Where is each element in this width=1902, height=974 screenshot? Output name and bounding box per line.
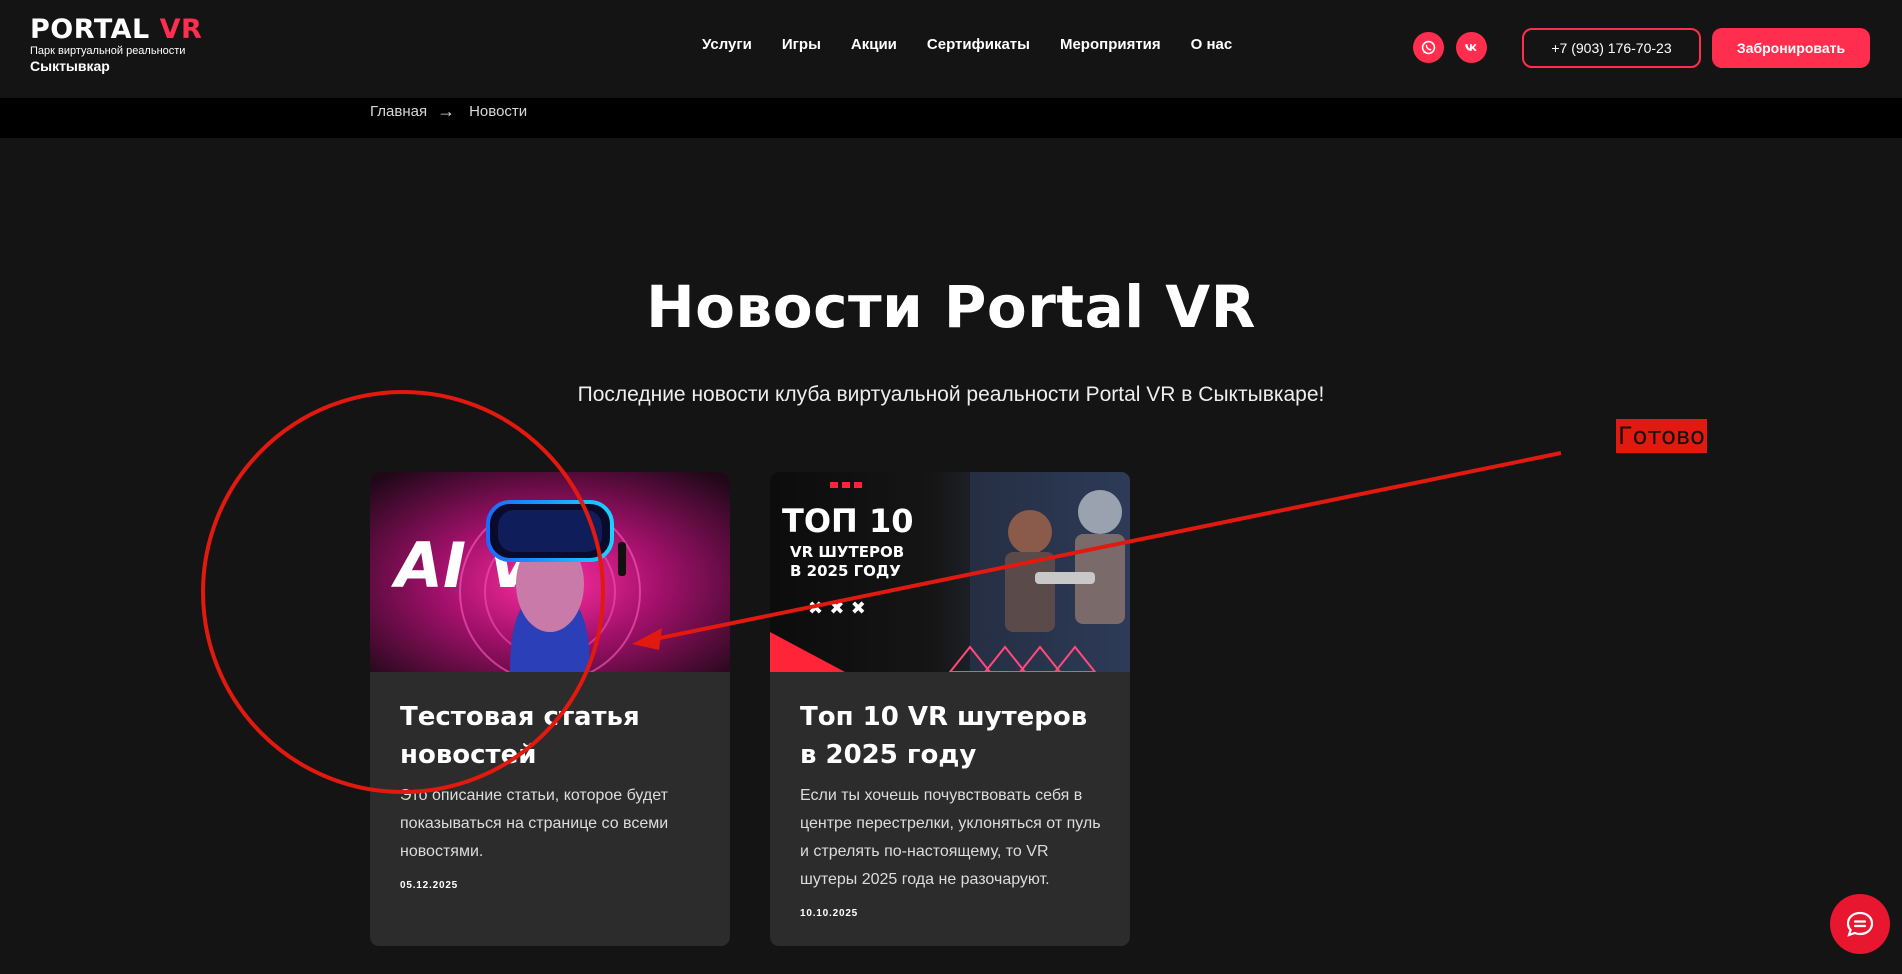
logo[interactable]: PORTAL VR Парк виртуальной реальности Сы… bbox=[30, 16, 202, 75]
news-card[interactable]: ТОП 10 VR ШУТЕРОВ В 2025 ГОДУ ✖ ✖ ✖ Топ … bbox=[770, 472, 1130, 946]
nav-item-services[interactable]: Услуги bbox=[702, 36, 752, 53]
news-date: 05.12.2025 bbox=[400, 880, 459, 891]
breadcrumb-arrow-icon: → bbox=[437, 101, 456, 121]
news-image-subline-2: В 2025 ГОДУ bbox=[790, 562, 901, 580]
news-card[interactable]: AI VR Тестовая статья новостей Это описа… bbox=[370, 472, 730, 946]
logo-accent: VR bbox=[159, 14, 203, 45]
breadcrumb: Главная → Новости bbox=[370, 101, 527, 122]
page-subtitle: Последние новости клуба виртуальной реал… bbox=[577, 383, 1325, 406]
news-title[interactable]: Топ 10 VR шутеров в 2025 году bbox=[800, 698, 1105, 774]
breadcrumb-bar bbox=[0, 98, 1902, 138]
logo-city: Сыктывкар bbox=[30, 58, 110, 74]
nav-item-about[interactable]: О нас bbox=[1191, 36, 1233, 53]
vk-icon[interactable] bbox=[1456, 32, 1487, 63]
nav-item-events[interactable]: Мероприятия bbox=[1060, 36, 1161, 53]
news-image-headline: ТОП 10 bbox=[782, 502, 913, 540]
logo-name: PORTAL bbox=[30, 14, 150, 45]
chat-bubble-icon[interactable] bbox=[1830, 894, 1890, 954]
svg-text:✖ ✖ ✖: ✖ ✖ ✖ bbox=[808, 598, 866, 619]
nav-item-games[interactable]: Игры bbox=[782, 36, 821, 53]
phone-button[interactable]: +7 (903) 176-70-23 bbox=[1522, 28, 1701, 68]
annotation-label: Готово bbox=[1616, 419, 1707, 453]
logo-tagline: Парк виртуальной реальности bbox=[30, 45, 186, 57]
breadcrumb-current: Новости bbox=[469, 103, 528, 120]
main-nav: Услуги Игры Акции Сертификаты Мероприяти… bbox=[702, 36, 1262, 53]
news-image-subline-1: VR ШУТЕРОВ bbox=[790, 543, 904, 561]
news-image-top10: ТОП 10 VR ШУТЕРОВ В 2025 ГОДУ ✖ ✖ ✖ bbox=[770, 472, 1130, 672]
nav-item-certificates[interactable]: Сертификаты bbox=[927, 36, 1030, 53]
logo-wordmark: PORTAL VR bbox=[30, 16, 202, 44]
news-date: 10.10.2025 bbox=[800, 908, 859, 919]
news-description: Если ты хочешь почувствовать себя в цент… bbox=[800, 787, 1101, 888]
breadcrumb-home[interactable]: Главная bbox=[370, 103, 427, 120]
news-title[interactable]: Тестовая статья новостей bbox=[400, 698, 705, 774]
whatsapp-icon[interactable] bbox=[1413, 32, 1444, 63]
news-description: Это описание статьи, которое будет показ… bbox=[400, 787, 669, 860]
book-button[interactable]: Забронировать bbox=[1712, 28, 1870, 68]
site-header: PORTAL VR Парк виртуальной реальности Сы… bbox=[0, 0, 1902, 98]
page-title: Новости Portal VR bbox=[646, 273, 1256, 341]
nav-item-promos[interactable]: Акции bbox=[851, 36, 897, 53]
news-image-ai-vr: AI VR bbox=[370, 472, 730, 672]
